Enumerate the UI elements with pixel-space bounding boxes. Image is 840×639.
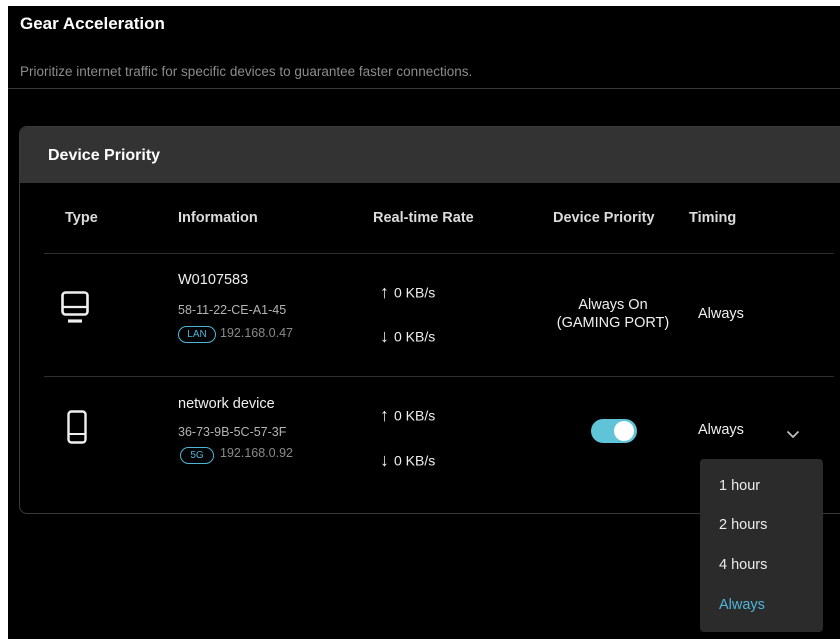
column-header-rate: Real-time Rate bbox=[373, 210, 474, 226]
column-header-device-priority: Device Priority bbox=[553, 210, 655, 226]
card-title: Device Priority bbox=[48, 147, 161, 164]
device-ip: 192.168.0.47 bbox=[220, 326, 293, 340]
toggle-knob bbox=[614, 421, 634, 441]
arrow-up-icon: ↑ bbox=[380, 282, 389, 302]
device-mac: 36-73-9B-5C-57-3F bbox=[178, 425, 287, 439]
dropdown-option-4-hours[interactable]: 4 hours bbox=[719, 557, 767, 573]
upload-rate: ↑ 0 KB/s bbox=[380, 282, 436, 302]
arrow-down-icon: ↓ bbox=[380, 450, 389, 470]
desktop-icon bbox=[61, 291, 89, 330]
device-name: network device bbox=[178, 396, 275, 412]
device-priority-toggle[interactable] bbox=[591, 419, 637, 443]
column-header-information: Information bbox=[178, 210, 258, 226]
arrow-down-icon: ↓ bbox=[380, 326, 389, 346]
timing-dropdown-menu: 1 hour 2 hours 4 hours Always bbox=[700, 459, 823, 632]
dropdown-option-2-hours[interactable]: 2 hours bbox=[719, 517, 767, 533]
device-ip: 192.168.0.92 bbox=[220, 446, 293, 460]
row-separator bbox=[44, 376, 834, 377]
page-description: Prioritize internet traffic for specific… bbox=[20, 64, 473, 79]
dropdown-option-1-hour[interactable]: 1 hour bbox=[719, 478, 760, 494]
gear-acceleration-screen: Gear Acceleration Prioritize internet tr… bbox=[8, 6, 840, 639]
upload-rate: ↑ 0 KB/s bbox=[380, 405, 436, 425]
card-header: Device Priority bbox=[20, 127, 840, 183]
column-header-type: Type bbox=[65, 210, 98, 226]
download-rate: ↓ 0 KB/s bbox=[380, 450, 436, 470]
device-priority-status: Always On (GAMING PORT) bbox=[543, 296, 683, 332]
priority-line-2: (GAMING PORT) bbox=[556, 315, 670, 331]
divider bbox=[8, 88, 840, 89]
connection-badge: LAN bbox=[178, 326, 216, 343]
column-header-timing: Timing bbox=[689, 210, 737, 226]
device-name: W0107583 bbox=[178, 272, 249, 288]
phone-icon bbox=[67, 410, 87, 449]
download-rate: ↓ 0 KB/s bbox=[380, 326, 436, 346]
page-title: Gear Acceleration bbox=[20, 14, 165, 33]
connection-badge: 5G bbox=[180, 447, 214, 464]
timing-value: Always bbox=[698, 306, 744, 322]
dropdown-option-always[interactable]: Always bbox=[719, 597, 765, 613]
device-mac: 58-11-22-CE-A1-45 bbox=[178, 303, 287, 317]
arrow-up-icon: ↑ bbox=[380, 405, 389, 425]
priority-line-1: Always On bbox=[578, 297, 648, 313]
chevron-down-icon[interactable] bbox=[786, 426, 800, 444]
row-separator bbox=[44, 253, 834, 254]
timing-select-value[interactable]: Always bbox=[698, 422, 744, 438]
